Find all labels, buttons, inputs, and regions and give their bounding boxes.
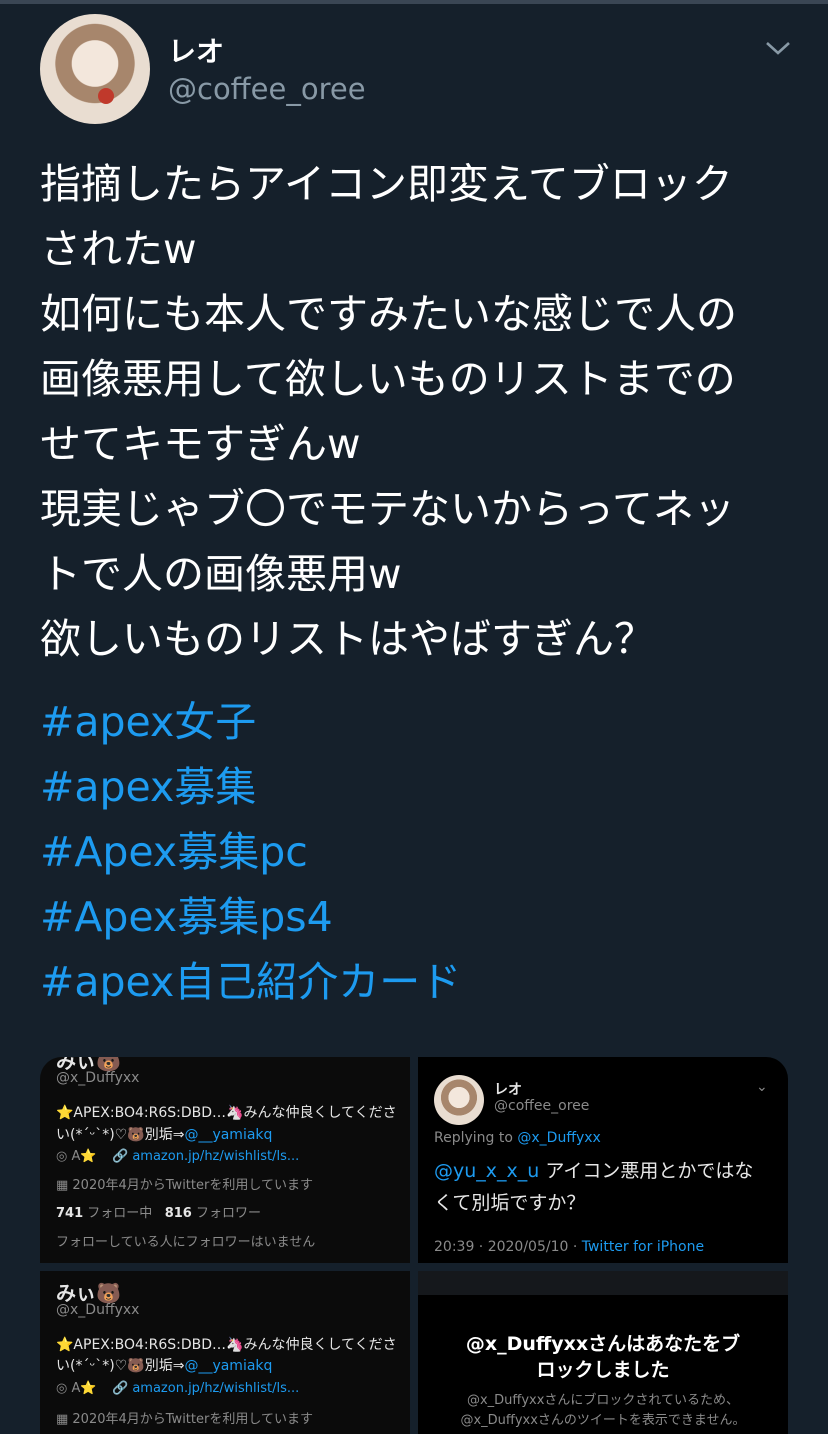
profile-link: 🔗 amazon.jp/hz/wishlist/ls... xyxy=(112,1149,300,1164)
reply-author-name: レオ xyxy=(494,1082,522,1098)
reply-timestamp: 20:39 · 2020/05/10 · Twitter for iPhone xyxy=(434,1239,705,1255)
avatar[interactable] xyxy=(40,14,150,124)
profile-bio: ⭐APEX:BO4:R6S:DBD…🦄みんな仲良くしてくださ xyxy=(56,1337,397,1353)
attached-image-blocked[interactable]: @x_Duffyxxさんはあなたをブ ロックしました @x_Duffyxxさんに… xyxy=(418,1271,788,1434)
profile-handle: @x_Duffyxx xyxy=(56,1302,140,1318)
blocked-subtext: @x_Duffyxxさんにブロックされているため、 xyxy=(466,1393,740,1408)
avatar xyxy=(434,1075,484,1125)
profile-handle: @x_Duffyxx xyxy=(56,1070,140,1086)
hashtag-link[interactable]: #Apex募集pc xyxy=(40,820,461,885)
attached-image-profile[interactable]: みぃ🐻 @x_Duffyxx ⭐APEX:BO4:R6S:DBD…🦄みんな仲良く… xyxy=(40,1057,410,1263)
reply-author-handle: @coffee_oree xyxy=(494,1098,590,1114)
profile-link: 🔗 amazon.jp/hz/wishlist/ls... xyxy=(112,1381,300,1396)
attached-image-profile[interactable]: みぃ🐻 @x_Duffyxx ⭐APEX:BO4:R6S:DBD…🦄みんな仲良く… xyxy=(40,1271,410,1434)
profile-bio: い(*´ᵕ`*)♡🐻別垢⇒@__yamiakq xyxy=(56,1127,273,1143)
profile-joined: ▦ 2020年4月からTwitterを利用しています xyxy=(56,1412,313,1427)
author-handle[interactable]: @coffee_oree xyxy=(168,72,366,106)
reply-text: くて別垢ですか？ xyxy=(434,1192,586,1214)
profile-location: ◎ A⭐ xyxy=(56,1149,97,1164)
author-name[interactable]: レオ xyxy=(168,30,224,70)
link-icon: 🔗 xyxy=(112,1381,133,1396)
top-divider xyxy=(0,0,828,4)
profile-bio: い(*´ᵕ`*)♡🐻別垢⇒@__yamiakq xyxy=(56,1358,273,1374)
no-mutual-note: フォローしている人にフォロワーはいません xyxy=(56,1235,316,1250)
tweet-text: 指摘したらアイコン即変えてブロック されたw 如何にも本人ですみたいな感じで人の… xyxy=(40,160,737,663)
hashtag-list: #apex女子 #apex募集 #Apex募集pc #Apex募集ps4 #ap… xyxy=(40,690,461,1015)
replying-to: Replying to @x_Duffyxx xyxy=(434,1130,601,1146)
link-icon: 🔗 xyxy=(112,1149,133,1164)
chevron-down-icon[interactable] xyxy=(764,38,792,58)
chevron-down-icon: ⌄ xyxy=(756,1079,768,1095)
blocked-title: @x_Duffyxxさんはあなたをブ xyxy=(465,1333,741,1355)
profile-bio: ⭐APEX:BO4:R6S:DBD…🦄みんな仲良くしてくださ xyxy=(56,1105,397,1121)
hashtag-link[interactable]: #apex女子 xyxy=(40,690,461,755)
blocked-subtext: @x_Duffyxxさんのツイートを表示できません。 xyxy=(460,1413,746,1428)
follow-counts: 741 フォロー中 816 フォロワー xyxy=(56,1206,261,1221)
profile-joined: ▦ 2020年4月からTwitterを利用しています xyxy=(56,1178,313,1193)
hashtag-link[interactable]: #apex募集 xyxy=(40,755,461,820)
profile-location: ◎ A⭐ xyxy=(56,1381,97,1396)
hashtag-link[interactable]: #apex自己紹介カード xyxy=(40,950,461,1015)
attached-image-reply[interactable]: レオ @coffee_oree ⌄ Replying to @x_Duffyxx… xyxy=(418,1057,788,1263)
hashtag-link[interactable]: #Apex募集ps4 xyxy=(40,885,461,950)
blocked-title: ロックしました xyxy=(536,1359,670,1381)
reply-text: @yu_x_x_u アイコン悪用とかではな xyxy=(434,1160,754,1182)
